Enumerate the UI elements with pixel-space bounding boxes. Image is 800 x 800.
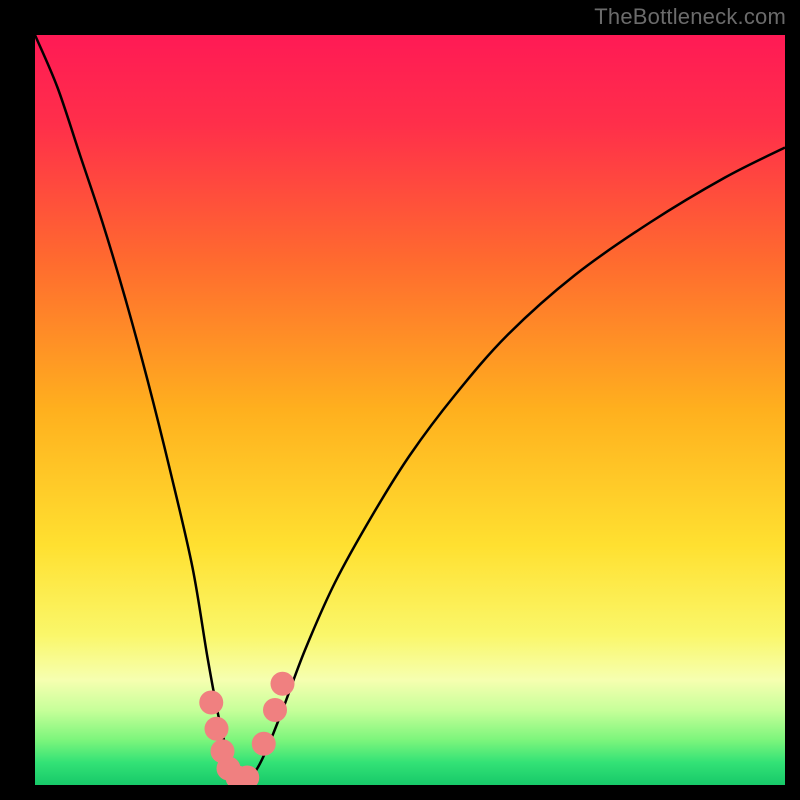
curve-marker xyxy=(199,691,223,715)
plot-area xyxy=(35,35,785,785)
curve-marker xyxy=(205,717,229,741)
bottleneck-curve xyxy=(35,35,785,783)
curve-marker xyxy=(252,732,276,756)
watermark-text: TheBottleneck.com xyxy=(594,4,786,30)
curve-marker xyxy=(271,672,295,696)
curve-marker xyxy=(263,698,287,722)
chart-svg xyxy=(35,35,785,785)
outer-frame: TheBottleneck.com xyxy=(0,0,800,800)
